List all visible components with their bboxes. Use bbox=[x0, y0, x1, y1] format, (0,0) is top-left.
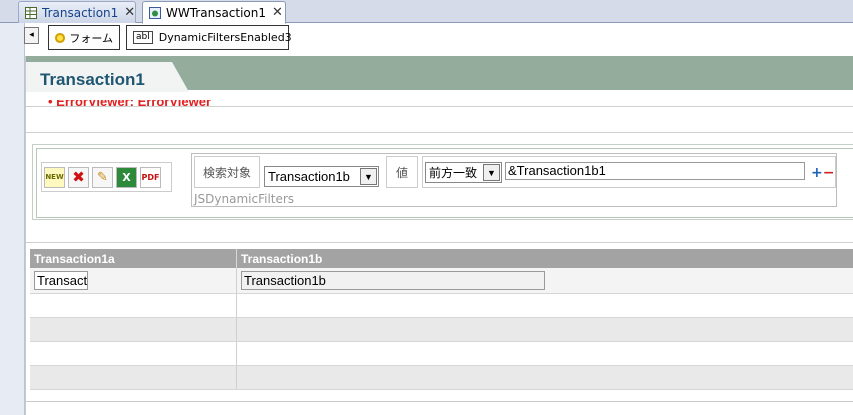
column-header-transaction1b[interactable]: Transaction1b bbox=[237, 249, 853, 268]
webform-icon bbox=[149, 6, 161, 19]
document-tab-strip: Transaction1 ✕ WWTransaction1 ✕ bbox=[0, 0, 853, 24]
grid-cell bbox=[237, 342, 853, 365]
form-canvas: Transaction1 • ErrorViewer: ErrorViewer … bbox=[25, 56, 853, 415]
error-viewer-text: • ErrorViewer: ErrorViewer bbox=[48, 100, 212, 109]
new-icon[interactable]: NEW bbox=[44, 166, 65, 188]
edit-icon[interactable]: ✎ bbox=[92, 166, 113, 188]
form-button[interactable]: フォーム bbox=[48, 25, 120, 50]
delete-icon[interactable]: ✖ bbox=[68, 166, 89, 188]
results-grid: Transaction1a Transaction1b Transaction1… bbox=[30, 249, 853, 390]
table-row bbox=[30, 318, 853, 342]
form-icon bbox=[55, 32, 66, 43]
chevron-down-icon: ▼ bbox=[483, 164, 500, 181]
title-band: Transaction1 bbox=[26, 56, 853, 92]
field-select-value: Transaction1b bbox=[268, 169, 350, 184]
action-icons: NEW ✖ ✎ X PDF bbox=[41, 162, 172, 192]
field-select[interactable]: Transaction1b ▼ bbox=[264, 166, 379, 187]
error-viewer: • ErrorViewer: ErrorViewer bbox=[48, 100, 211, 110]
collapse-arrow-icon[interactable]: ◂ bbox=[24, 27, 39, 44]
grid-cell bbox=[30, 366, 237, 389]
filter-group: NEW ✖ ✎ X PDF 検索対象 Transaction1b ▼ 値 前方一… bbox=[32, 144, 853, 220]
table-row bbox=[30, 366, 853, 390]
add-remove-filter: +− bbox=[811, 165, 835, 183]
textbox-icon: abl bbox=[133, 31, 153, 44]
tab-transaction1[interactable]: Transaction1 ✕ bbox=[18, 1, 136, 23]
divider bbox=[26, 401, 853, 402]
column-header-transaction1a[interactable]: Transaction1a bbox=[30, 249, 237, 268]
remove-filter-icon[interactable]: − bbox=[823, 165, 835, 181]
filter-group-inner: NEW ✖ ✎ X PDF 検索対象 Transaction1b ▼ 値 前方一… bbox=[36, 148, 853, 218]
filter-value-input[interactable]: &Transaction1b1 bbox=[505, 162, 805, 180]
left-rail bbox=[0, 23, 25, 415]
form-button-label: フォーム bbox=[69, 31, 113, 45]
transaction1b-field[interactable]: Transaction1b bbox=[241, 271, 545, 290]
tab-wwtransaction1[interactable]: WWTransaction1 ✕ bbox=[142, 1, 286, 24]
grid-cell bbox=[30, 294, 237, 317]
table-row[interactable]: Transaction1a Transaction1b bbox=[30, 268, 853, 294]
add-filter-icon[interactable]: + bbox=[811, 165, 823, 181]
page-title: Transaction1 bbox=[40, 70, 145, 89]
grid-cell bbox=[30, 318, 237, 341]
grid-header: Transaction1a Transaction1b bbox=[30, 249, 853, 268]
divider bbox=[26, 242, 853, 243]
dynamic-filters-panel: 検索対象 Transaction1b ▼ 値 前方一致 ▼ &Transacti… bbox=[191, 153, 837, 207]
dynamic-filters-button[interactable]: abl DynamicFiltersEnabled3 bbox=[126, 25, 292, 50]
close-icon[interactable]: ✕ bbox=[272, 5, 283, 20]
divider bbox=[26, 132, 853, 133]
close-icon[interactable]: ✕ bbox=[124, 5, 135, 20]
operator-cell: 前方一致 ▼ &Transaction1b1 +− bbox=[422, 156, 836, 188]
table-icon bbox=[25, 6, 37, 19]
grid-cell bbox=[237, 294, 853, 317]
dynamic-filters-caption: JSDynamicFilters bbox=[194, 192, 295, 206]
transaction1a-field[interactable]: Transaction1a bbox=[34, 271, 88, 290]
table-row bbox=[30, 294, 853, 318]
operator-select[interactable]: 前方一致 ▼ bbox=[425, 162, 502, 183]
dynamic-filters-label: DynamicFiltersEnabled3 bbox=[158, 31, 292, 44]
tab-label: WWTransaction1 bbox=[166, 5, 267, 20]
table-row bbox=[30, 342, 853, 366]
field-label: 検索対象 bbox=[194, 156, 260, 188]
grid-cell bbox=[30, 342, 237, 365]
grid-cell bbox=[237, 318, 853, 341]
tab-label: Transaction1 bbox=[42, 5, 119, 20]
pdf-export-icon[interactable]: PDF bbox=[140, 166, 161, 188]
grid-cell bbox=[237, 366, 853, 389]
value-label: 値 bbox=[386, 156, 418, 188]
operator-select-value: 前方一致 bbox=[429, 166, 478, 180]
grid-cell: Transaction1a bbox=[30, 268, 237, 293]
grid-cell: Transaction1b bbox=[237, 268, 853, 293]
chevron-down-icon: ▼ bbox=[360, 168, 377, 185]
excel-export-icon[interactable]: X bbox=[116, 166, 137, 188]
